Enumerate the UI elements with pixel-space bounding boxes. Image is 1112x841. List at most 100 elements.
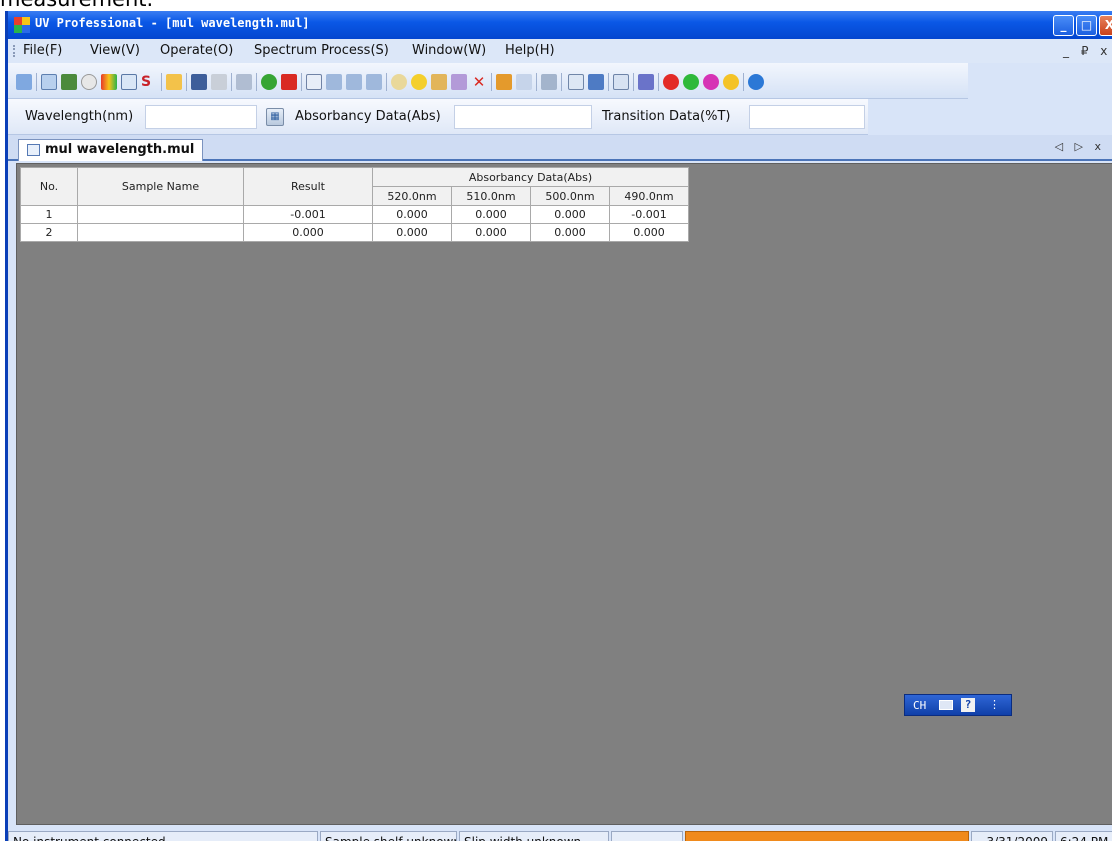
minimize-button[interactable]: _: [1053, 15, 1074, 36]
bar-chart-icon[interactable]: [121, 74, 137, 90]
save-icon[interactable]: [191, 74, 207, 90]
absorbancy-label: Absorbancy Data(Abs): [295, 109, 441, 124]
toolbar-separator: [161, 73, 162, 91]
menu-view[interactable]: View(V): [90, 43, 140, 58]
toolbar-separator: [633, 73, 634, 91]
header-wavelength[interactable]: 520.0nm: [372, 186, 452, 206]
absorbance-cell[interactable]: 0.000: [451, 205, 531, 224]
document-chart-icon: [27, 144, 40, 156]
calculator-icon[interactable]: ▦: [266, 108, 284, 126]
ime-help-icon[interactable]: ?: [961, 698, 975, 712]
absorbancy-field[interactable]: [454, 105, 592, 129]
table-icon[interactable]: [613, 74, 629, 90]
title-bar[interactable]: UV Professional - [mul wavelength.mul] _…: [8, 11, 1112, 39]
absorbance-cell[interactable]: 0.000: [530, 223, 610, 242]
menu-help[interactable]: Help(H): [505, 43, 555, 58]
menu-operate[interactable]: Operate(O): [160, 43, 233, 58]
new-document-icon[interactable]: [16, 74, 32, 90]
auto-scale-icon[interactable]: [366, 74, 382, 90]
stop-icon[interactable]: [281, 74, 297, 90]
report-icon[interactable]: [306, 74, 322, 90]
status-sample-shelf: Sample shelf unknown: [320, 831, 457, 841]
ime-options-icon[interactable]: ⋮: [989, 698, 1000, 711]
keyboard-icon[interactable]: [939, 700, 953, 710]
ime-language-bar[interactable]: CH ? ⋮: [904, 694, 1012, 716]
tab-scroll-close-controls[interactable]: ◁ ▷ x: [1055, 140, 1105, 153]
subtract-green-icon[interactable]: [683, 74, 699, 90]
flask-icon[interactable]: [61, 74, 77, 90]
toolbar-separator: [36, 73, 37, 91]
annotate-icon[interactable]: [451, 74, 467, 90]
status-progress-bar: [685, 831, 969, 841]
status-slit-width: Slip width unknown.: [459, 831, 609, 841]
color-bars-icon[interactable]: [101, 74, 117, 90]
multiply-magenta-icon[interactable]: [703, 74, 719, 90]
header-wavelength[interactable]: 510.0nm: [451, 186, 531, 206]
start-icon[interactable]: [261, 74, 277, 90]
menu-spectrum-process[interactable]: Spectrum Process(S): [254, 43, 389, 58]
menu-file[interactable]: File(F): [23, 43, 62, 58]
result-cell[interactable]: -0.001: [243, 205, 373, 224]
time-scan-icon[interactable]: [81, 74, 97, 90]
row-number[interactable]: 1: [20, 205, 78, 224]
baseline-icon[interactable]: [496, 74, 512, 90]
delete-icon[interactable]: ✕: [471, 74, 487, 90]
header-wavelength[interactable]: 500.0nm: [530, 186, 610, 206]
header-absorbancy-group[interactable]: Absorbancy Data(Abs): [372, 167, 689, 187]
add-red-icon[interactable]: [663, 74, 679, 90]
open-folder-icon[interactable]: [166, 74, 182, 90]
sample-name-cell[interactable]: [77, 223, 244, 242]
zoom-in-icon[interactable]: [326, 74, 342, 90]
peak-pick-icon[interactable]: [431, 74, 447, 90]
zoom-out-icon[interactable]: [346, 74, 362, 90]
toolbar-separator: [491, 73, 492, 91]
screenshot-root: measurement. UV Professional - [mul wave…: [0, 0, 1112, 841]
mdi-window-controls[interactable]: _ ₽ x: [1063, 44, 1111, 58]
result-cell[interactable]: 0.000: [243, 223, 373, 242]
divide-yellow-icon[interactable]: [723, 74, 739, 90]
header-row: No. Sample Name Result Absorbancy Data(A…: [20, 167, 689, 206]
menu-grip-icon[interactable]: [13, 45, 15, 57]
menu-window[interactable]: Window(W): [412, 43, 486, 58]
header-no[interactable]: No.: [20, 167, 78, 206]
s-symbol-icon[interactable]: S: [141, 74, 157, 90]
spectrum-scan-icon[interactable]: [41, 74, 57, 90]
equals-blue-icon[interactable]: [748, 74, 764, 90]
align-icon[interactable]: [516, 74, 532, 90]
header-result[interactable]: Result: [243, 167, 373, 206]
absorbance-cell[interactable]: 0.000: [609, 223, 689, 242]
header-sample-name[interactable]: Sample Name: [77, 167, 244, 206]
tab-mul-wavelength[interactable]: mul wavelength.mul: [18, 139, 204, 161]
toolbar-separator: [743, 73, 744, 91]
status-empty-pane: [611, 831, 683, 841]
row-number[interactable]: 2: [20, 223, 78, 242]
eraser-icon[interactable]: [638, 74, 654, 90]
tools-icon[interactable]: [541, 74, 557, 90]
readout-bar: Wavelength(nm) ▦ Absorbancy Data(Abs) Tr…: [8, 99, 868, 135]
toolbar-separator: [608, 73, 609, 91]
transition-label: Transition Data(%T): [602, 109, 731, 124]
ime-language-label[interactable]: CH: [913, 699, 926, 712]
absorbance-cell[interactable]: 0.000: [372, 223, 452, 242]
print-icon[interactable]: [211, 74, 227, 90]
status-time: 6:24 PM: [1055, 831, 1112, 841]
header-wavelength[interactable]: 490.0nm: [609, 186, 689, 206]
sample-name-cell[interactable]: [77, 205, 244, 224]
preview-icon[interactable]: [568, 74, 584, 90]
lamp-on-icon[interactable]: [411, 74, 427, 90]
transition-field[interactable]: [749, 105, 865, 129]
maximize-button[interactable]: □: [1076, 15, 1097, 36]
cropped-caption-text: measurement.: [0, 0, 153, 11]
toolbar-separator: [256, 73, 257, 91]
graph-icon[interactable]: [588, 74, 604, 90]
wavelength-field[interactable]: [145, 105, 257, 129]
close-button[interactable]: X: [1099, 15, 1112, 36]
lamp-off-icon[interactable]: [391, 74, 407, 90]
absorbance-cell[interactable]: -0.001: [609, 205, 689, 224]
edit-pencil-icon[interactable]: [236, 74, 252, 90]
absorbance-cell[interactable]: 0.000: [372, 205, 452, 224]
toolbar-separator: [536, 73, 537, 91]
absorbance-cell[interactable]: 0.000: [530, 205, 610, 224]
status-date: 3/31/2009: [971, 831, 1053, 841]
absorbance-cell[interactable]: 0.000: [451, 223, 531, 242]
